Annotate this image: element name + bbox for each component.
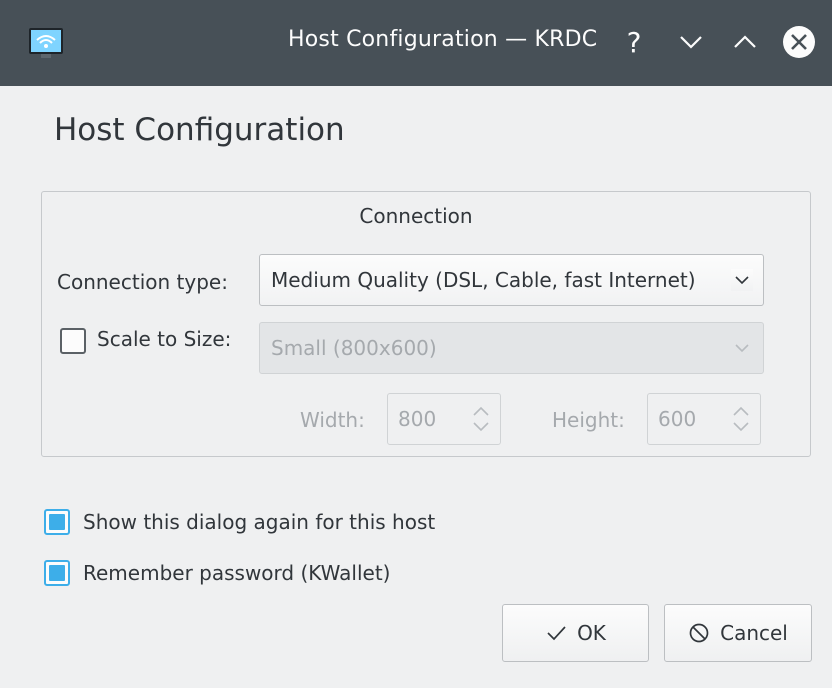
scale-size-value: Small (800x600) xyxy=(271,336,437,360)
spin-arrows-icon xyxy=(473,406,489,432)
help-button[interactable]: ? xyxy=(614,22,654,62)
dialog-heading: Host Configuration xyxy=(54,112,345,148)
checkmark-icon xyxy=(547,626,566,641)
show-dialog-again-checkbox[interactable] xyxy=(44,509,70,535)
height-value: 600 xyxy=(658,407,697,431)
remember-password-label: Remember password (KWallet) xyxy=(83,561,391,585)
remember-password-checkbox[interactable] xyxy=(44,560,70,586)
window-titlebar: Host Configuration — KRDC ? xyxy=(0,0,832,86)
connection-group-title: Connection xyxy=(359,204,473,228)
connection-type-value: Medium Quality (DSL, Cable, fast Interne… xyxy=(271,268,696,292)
window-title: Host Configuration — KRDC xyxy=(288,27,598,52)
width-label: Width: xyxy=(300,408,365,432)
connection-type-label: Connection type: xyxy=(57,270,228,294)
maximize-button[interactable] xyxy=(725,22,765,62)
height-spinbox[interactable]: 600 xyxy=(647,393,761,445)
height-label: Height: xyxy=(552,408,625,432)
close-button[interactable] xyxy=(779,22,819,62)
scale-to-size-checkbox[interactable] xyxy=(60,328,86,354)
chevron-down-icon xyxy=(731,337,753,359)
cancel-label: Cancel xyxy=(720,621,788,645)
chevron-down-icon xyxy=(731,269,753,291)
minimize-button[interactable] xyxy=(671,22,711,62)
chevron-down-icon xyxy=(680,36,702,49)
scale-size-select[interactable]: Small (800x600) xyxy=(259,322,764,374)
ok-button[interactable]: OK xyxy=(502,604,649,662)
scale-to-size-label: Scale to Size: xyxy=(97,327,232,351)
spin-arrows-icon xyxy=(733,406,749,432)
help-icon: ? xyxy=(626,25,642,59)
cancel-button[interactable]: Cancel xyxy=(664,604,812,662)
close-icon xyxy=(783,26,815,58)
width-spinbox[interactable]: 800 xyxy=(387,393,501,445)
ok-label: OK xyxy=(577,621,606,645)
cancel-icon xyxy=(689,623,709,643)
chevron-up-icon xyxy=(734,35,756,48)
width-value: 800 xyxy=(398,407,437,431)
connection-type-select[interactable]: Medium Quality (DSL, Cable, fast Interne… xyxy=(259,254,764,306)
show-dialog-again-label: Show this dialog again for this host xyxy=(83,510,436,534)
krdc-app-icon xyxy=(27,24,65,62)
